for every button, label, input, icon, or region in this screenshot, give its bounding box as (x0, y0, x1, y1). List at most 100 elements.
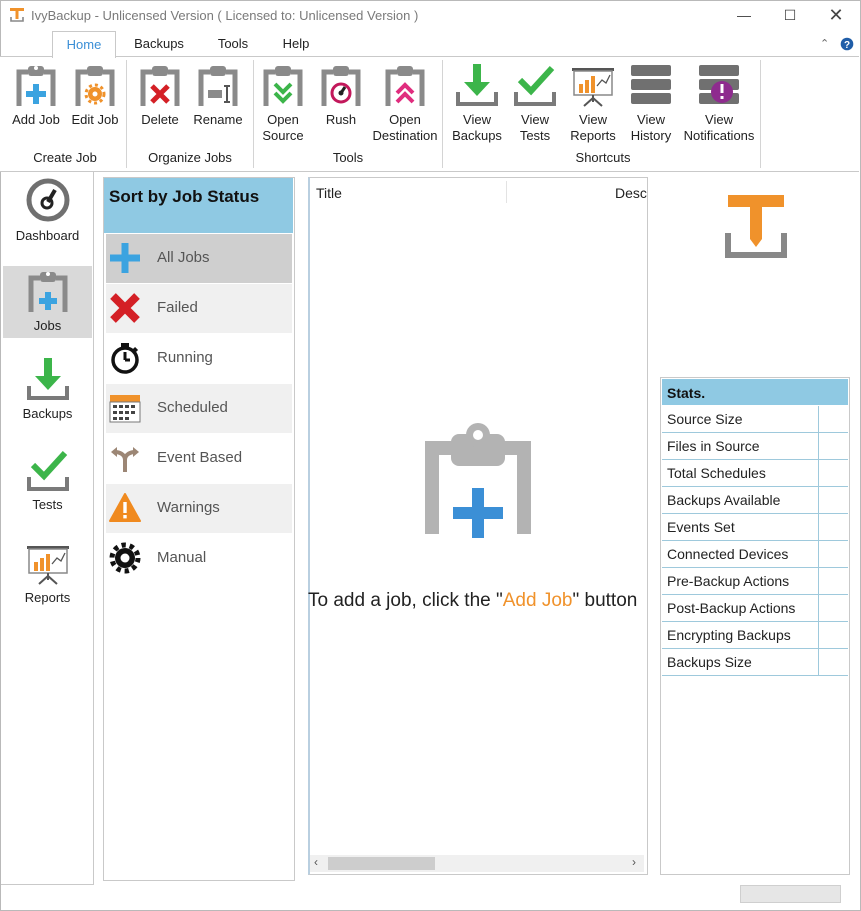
filter-label: Scheduled (157, 399, 228, 416)
group-tools: Tools (332, 150, 364, 165)
stat-value (818, 487, 849, 513)
rush-button[interactable]: Rush (316, 62, 366, 128)
stat-label: Files in Source (667, 438, 760, 454)
tab-help[interactable]: Help (268, 31, 324, 57)
jobs-clipboard-icon (28, 272, 67, 312)
clipboard-delete-icon (140, 66, 180, 106)
filter-manual[interactable]: Manual (106, 534, 292, 583)
stat-row: Files in Source (662, 433, 848, 460)
add-job-button[interactable]: Add Job (8, 62, 64, 128)
status-filter-header: Sort by Job Status (104, 178, 293, 233)
empty-message-prefix: To add a job, click the " (308, 590, 503, 611)
open-source-label-1: Open (267, 112, 299, 127)
maximize-icon[interactable]: ☐ (767, 0, 813, 31)
tab-home[interactable]: Home (52, 31, 116, 58)
delete-button[interactable]: Delete (133, 62, 187, 128)
view-history-button[interactable]: View History (625, 62, 677, 144)
filter-warnings[interactable]: Warnings (106, 484, 292, 533)
plus-icon (110, 243, 140, 273)
filter-label: Manual (157, 549, 207, 566)
stat-value (818, 568, 849, 594)
empty-message-suffix: " button (572, 590, 638, 611)
stat-label: Backups Available (667, 492, 781, 508)
view-notifications-button[interactable]: View Notifications (681, 62, 757, 144)
stat-value (818, 595, 849, 621)
clipboard-gear-icon (75, 66, 115, 106)
stat-row: Connected Devices (662, 541, 848, 568)
filter-failed[interactable]: Failed (106, 284, 292, 333)
horizontal-scrollbar[interactable]: ‹ › (310, 855, 644, 872)
scroll-right-icon[interactable]: › (632, 855, 636, 869)
stat-label: Backups Size (667, 654, 752, 670)
add-job-clipboard-icon[interactable] (421, 422, 535, 540)
view-notifications-label-1: View (705, 112, 733, 127)
stat-row: Backups Available (662, 487, 848, 514)
rename-button[interactable]: Rename (191, 62, 245, 128)
stat-row: Post-Backup Actions (662, 595, 848, 622)
nav-jobs-label: Jobs (33, 318, 62, 333)
empty-message-add-job-link[interactable]: Add Job (503, 590, 573, 611)
stat-value (818, 460, 849, 486)
stat-label: Pre-Backup Actions (667, 573, 790, 589)
dashboard-gauge-icon (26, 178, 69, 222)
open-source-label-2: Source (262, 128, 304, 143)
split-arrows-icon (111, 447, 139, 472)
nav-jobs[interactable]: Jobs (3, 266, 92, 338)
ivybackup-logo-icon (725, 195, 787, 258)
column-title[interactable]: Title (316, 185, 342, 201)
check-tray-icon (514, 65, 556, 106)
title-bar: IvyBackup - Unlicensed Version ( License… (0, 0, 859, 31)
nav-tests[interactable]: Tests (3, 447, 92, 519)
clipboard-rename-icon (198, 66, 238, 106)
filter-label: Failed (157, 299, 198, 316)
filter-all-jobs[interactable]: All Jobs (106, 234, 292, 283)
close-icon[interactable]: ✕ (813, 0, 859, 31)
view-reports-button[interactable]: View Reports (566, 62, 620, 144)
filter-scheduled[interactable]: Scheduled (106, 384, 292, 433)
stat-label: Post-Backup Actions (667, 600, 796, 616)
column-divider (506, 181, 507, 203)
stat-row: Events Set (662, 514, 848, 541)
scroll-left-icon[interactable]: ‹ (314, 855, 318, 869)
view-backups-button[interactable]: View Backups (450, 62, 504, 144)
filter-label: Running (157, 349, 213, 366)
job-list-header: Title Desc (310, 179, 647, 205)
column-description[interactable]: Desc (615, 185, 647, 201)
view-reports-label-1: View (579, 112, 607, 127)
edit-job-button[interactable]: Edit Job (68, 62, 122, 128)
tests-check-icon (26, 450, 69, 491)
nav-dashboard-label: Dashboard (15, 228, 80, 243)
filter-running[interactable]: Running (106, 334, 292, 383)
delete-label: Delete (141, 112, 179, 127)
collapse-ribbon-icon[interactable]: ⌃ (820, 37, 829, 50)
stat-row: Pre-Backup Actions (662, 568, 848, 595)
filter-label: All Jobs (157, 249, 210, 266)
nav-backups[interactable]: Backups (3, 356, 92, 428)
clipboard-up-icon (385, 66, 425, 106)
clipboard-gauge-icon (321, 66, 361, 106)
nav-dashboard[interactable]: Dashboard (3, 176, 92, 260)
filter-event-based[interactable]: Event Based (106, 434, 292, 483)
open-source-button[interactable]: Open Source (258, 62, 308, 144)
scrollbar-thumb[interactable] (328, 857, 435, 870)
view-tests-label-1: View (521, 112, 549, 127)
download-tray-icon (456, 64, 498, 106)
nav-reports[interactable]: Reports (3, 540, 92, 612)
stat-row: Encrypting Backups (662, 622, 848, 649)
stat-value (818, 433, 849, 459)
backups-download-icon (26, 358, 69, 400)
help-icon[interactable]: ? (840, 37, 854, 51)
minimize-icon[interactable]: — (721, 0, 767, 31)
app-logo-icon (10, 8, 24, 22)
stat-label: Source Size (667, 411, 743, 427)
empty-jobs-message: To add a job, click the "Add Job" button (308, 590, 645, 612)
warning-icon (109, 493, 141, 522)
tab-backups[interactable]: Backups (128, 31, 190, 57)
view-tests-button[interactable]: View Tests (510, 62, 560, 144)
tab-tools[interactable]: Tools (205, 31, 261, 57)
add-job-label: Add Job (12, 112, 60, 127)
stat-value (818, 541, 849, 567)
filter-label: Warnings (157, 499, 220, 516)
open-destination-button[interactable]: Open Destination (369, 62, 441, 144)
nav-tests-label: Tests (32, 497, 63, 512)
